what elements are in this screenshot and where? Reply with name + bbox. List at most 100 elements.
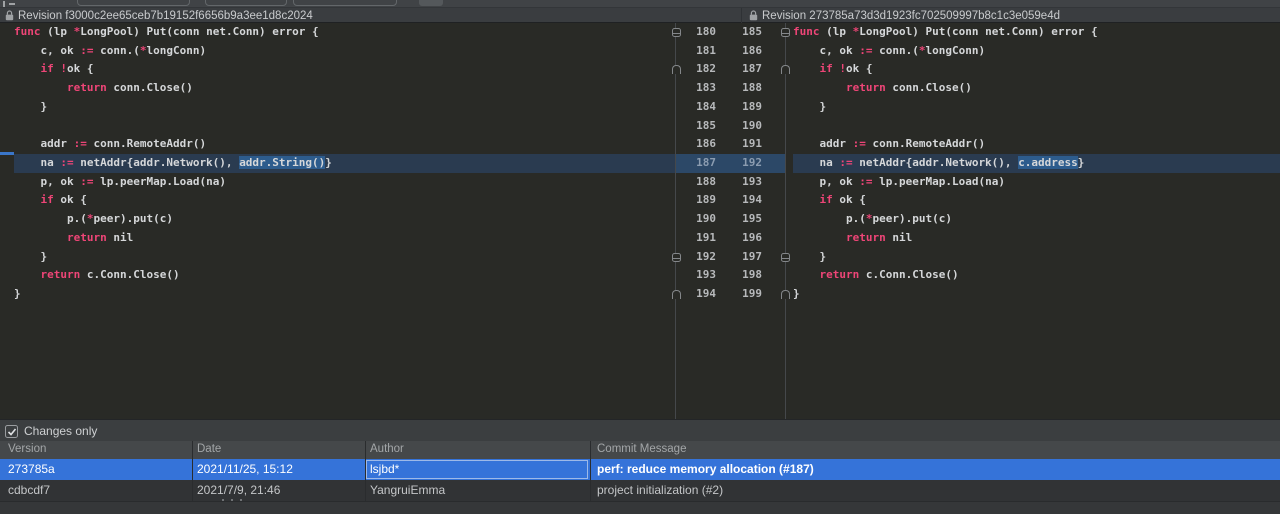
code-line[interactable]: if ok {	[793, 191, 1280, 210]
date-cell[interactable]: 2021/11/25, 15:12	[197, 462, 293, 476]
code-token: c.Conn.Close()	[859, 268, 958, 281]
toolbar-field-2[interactable]	[205, 0, 287, 6]
gutter-row: 183188	[676, 79, 786, 98]
fold-marker-icon[interactable]	[781, 253, 790, 262]
left-editor[interactable]: func (lp *LongPool) Put(conn net.Conn) e…	[14, 23, 676, 304]
column-header-author[interactable]: Author	[370, 443, 404, 455]
author-cell[interactable]: YangruiEmma	[370, 483, 445, 497]
code-line[interactable]: if !ok {	[14, 60, 676, 79]
left-line-number: 186	[676, 135, 716, 154]
code-token: !	[60, 62, 67, 75]
left-line-number: 193	[676, 266, 716, 285]
code-line[interactable]: }	[14, 98, 676, 117]
code-token: :=	[853, 137, 866, 150]
code-line[interactable]: return nil	[14, 229, 676, 248]
diff-changed-word: c.address	[1018, 156, 1078, 169]
bottom-strip	[0, 501, 1280, 514]
code-line[interactable]: p.(*peer).put(c)	[793, 210, 1280, 229]
gutter-row: 189194	[676, 191, 786, 210]
left-revision-header: Revision f3000c2ee65ceb7b19152f6656b9a3e…	[5, 8, 313, 23]
version-cell[interactable]: 273785a	[8, 462, 55, 476]
checkmark-icon	[7, 427, 17, 437]
author-cell[interactable]: lsjbd*	[370, 462, 399, 476]
changes-only-checkbox[interactable]	[5, 425, 18, 438]
code-token: p.(	[793, 212, 866, 225]
code-line[interactable]: }	[14, 285, 676, 304]
code-line[interactable]: if !ok {	[793, 60, 1280, 79]
right-line-number: 196	[716, 229, 762, 248]
date-cell[interactable]: 2021/7/9, 21:46	[197, 483, 280, 497]
toolbar-button[interactable]	[419, 0, 443, 6]
code-token: na	[14, 156, 60, 169]
right-line-number: 194	[716, 191, 762, 210]
right-line-number: 199	[716, 285, 762, 304]
gutter-row: 186191	[676, 135, 786, 154]
code-line[interactable]: return nil	[793, 229, 1280, 248]
filter-icon[interactable]	[0, 1, 16, 8]
code-line[interactable]: p, ok := lp.peerMap.Load(na)	[793, 173, 1280, 192]
right-line-number: 188	[716, 79, 762, 98]
right-line-number: 191	[716, 135, 762, 154]
message-cell[interactable]: perf: reduce memory allocation (#187)	[597, 462, 814, 476]
code-line[interactable]: }	[14, 248, 676, 267]
message-cell[interactable]: project initialization (#2)	[597, 483, 723, 497]
code-line[interactable]: func (lp *LongPool) Put(conn net.Conn) e…	[793, 23, 1280, 42]
code-token: return	[41, 268, 81, 281]
fold-marker-icon[interactable]	[672, 253, 681, 262]
code-line[interactable]: c, ok := conn.(*longConn)	[14, 42, 676, 61]
code-token: lp.peerMap.Load(na)	[872, 175, 1004, 188]
code-line[interactable]: }	[793, 248, 1280, 267]
code-token: if	[41, 62, 54, 75]
right-line-number: 193	[716, 173, 762, 192]
code-line[interactable]: return c.Conn.Close()	[793, 266, 1280, 285]
code-token: return	[67, 81, 107, 94]
code-line[interactable]: c, ok := conn.(*longConn)	[793, 42, 1280, 61]
fold-marker-icon[interactable]	[672, 65, 681, 74]
gutter-row: 188193	[676, 173, 786, 192]
fold-marker-icon[interactable]	[781, 65, 790, 74]
gutter-row: 185190	[676, 117, 786, 136]
code-token: }	[793, 100, 826, 113]
code-line[interactable]: return conn.Close()	[14, 79, 676, 98]
right-line-number: 198	[716, 266, 762, 285]
code-line[interactable]: addr := conn.RemoteAddr()	[14, 135, 676, 154]
fold-marker-icon[interactable]	[781, 290, 790, 299]
code-token: :=	[74, 137, 87, 150]
fold-marker-icon[interactable]	[672, 28, 681, 37]
code-token: func	[14, 25, 41, 38]
left-line-number: 194	[676, 285, 716, 304]
right-line-number: 195	[716, 210, 762, 229]
column-header-version[interactable]: Version	[8, 443, 46, 455]
diff-viewer: func (lp *LongPool) Put(conn net.Conn) e…	[0, 23, 1280, 419]
column-header-message[interactable]: Commit Message	[597, 443, 686, 455]
toolbar-field-3[interactable]	[293, 0, 397, 6]
column-header-date[interactable]: Date	[197, 443, 221, 455]
code-line[interactable]: return c.Conn.Close()	[14, 266, 676, 285]
code-line[interactable]: return conn.Close()	[793, 79, 1280, 98]
code-line[interactable]: }	[793, 285, 1280, 304]
code-line[interactable]: na := netAddr{addr.Network(), addr.Strin…	[14, 154, 676, 173]
code-token: :=	[80, 175, 93, 188]
version-cell[interactable]: cdbcdf7	[8, 483, 50, 497]
code-line[interactable]: addr := conn.RemoteAddr()	[793, 135, 1280, 154]
fold-marker-icon[interactable]	[672, 290, 681, 299]
code-line[interactable]: na := netAddr{addr.Network(), c.address}	[793, 154, 1280, 173]
code-token	[793, 62, 820, 75]
code-line[interactable]	[14, 117, 676, 136]
code-token: c, ok	[14, 44, 80, 57]
code-line[interactable]: p, ok := lp.peerMap.Load(na)	[14, 173, 676, 192]
toolbar-field-1[interactable]	[77, 0, 190, 6]
fold-marker-icon[interactable]	[781, 28, 790, 37]
code-line[interactable]: func (lp *LongPool) Put(conn net.Conn) e…	[14, 23, 676, 42]
code-token: }	[14, 287, 21, 300]
right-editor[interactable]: func (lp *LongPool) Put(conn net.Conn) e…	[786, 23, 1280, 304]
code-line[interactable]: if ok {	[14, 191, 676, 210]
code-line[interactable]	[793, 117, 1280, 136]
code-token: longConn)	[146, 44, 206, 57]
code-line[interactable]: }	[793, 98, 1280, 117]
code-line[interactable]: p.(*peer).put(c)	[14, 210, 676, 229]
column-divider	[192, 441, 193, 501]
code-token: ok {	[54, 193, 87, 206]
code-token	[793, 268, 820, 281]
gutter-row: 193198	[676, 266, 786, 285]
